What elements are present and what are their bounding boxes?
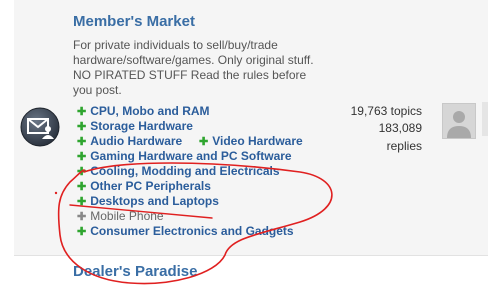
plus-icon: ✚ xyxy=(77,211,87,223)
forum-description: For private individuals to sell/buy/trad… xyxy=(73,38,323,98)
replies-label: replies xyxy=(386,139,422,153)
subforum-label: Mobile Phone xyxy=(90,209,164,223)
last-poster-avatar[interactable] xyxy=(442,103,476,139)
subforum-mobile-phone[interactable]: ✚ Mobile Phone xyxy=(77,209,164,225)
subforum-cpu-mobo-ram[interactable]: ✚ CPU, Mobo and RAM xyxy=(77,104,210,120)
plus-icon: ✚ xyxy=(199,136,209,148)
replies-count: 183,089 xyxy=(378,121,422,135)
subforum-label: Cooling, Modding and Electricals xyxy=(90,164,280,178)
description-line: NO PIRATED STUFF Read the rules before xyxy=(73,68,307,82)
subforum-audio-hardware[interactable]: ✚ Audio Hardware xyxy=(77,134,182,150)
subforum-label: Storage Hardware xyxy=(90,119,193,133)
subforum-gaming-hardware[interactable]: ✚ Gaming Hardware and PC Software xyxy=(77,149,292,165)
subforum-label: Audio Hardware xyxy=(90,134,183,148)
subforum-label: Desktops and Laptops xyxy=(90,194,219,208)
plus-icon: ✚ xyxy=(77,151,87,163)
plus-icon: ✚ xyxy=(77,226,87,238)
subforum-label: Video Hardware xyxy=(212,134,303,148)
plus-icon: ✚ xyxy=(77,136,87,148)
forum-title-members-market[interactable]: Member's Market xyxy=(73,13,195,30)
subforum-cooling-modding[interactable]: ✚ Cooling, Modding and Electricals xyxy=(77,164,280,180)
description-line: For private individuals to sell/buy/trad… xyxy=(73,38,278,52)
subforum-label: Other PC Peripherals xyxy=(90,179,211,193)
plus-icon: ✚ xyxy=(77,196,87,208)
row-divider xyxy=(14,255,488,256)
avatar-edge xyxy=(482,102,488,136)
subforum-label: Consumer Electronics and Gadgets xyxy=(90,224,294,238)
subforum-label: Gaming Hardware and PC Software xyxy=(90,149,292,163)
subforum-other-pc-peripherals[interactable]: ✚ Other PC Peripherals xyxy=(77,179,211,195)
forum-title-dealers-paradise[interactable]: Dealer's Paradise xyxy=(73,263,197,280)
default-avatar-icon xyxy=(443,104,475,138)
plus-icon: ✚ xyxy=(77,106,87,118)
envelope-user-icon xyxy=(20,107,60,147)
plus-icon: ✚ xyxy=(77,121,87,133)
plus-icon: ✚ xyxy=(77,181,87,193)
topics-count: 19,763 topics xyxy=(350,104,422,118)
subforum-storage-hardware[interactable]: ✚ Storage Hardware xyxy=(77,119,193,135)
subforum-desktops-laptops[interactable]: ✚ Desktops and Laptops xyxy=(77,194,219,210)
description-line: you post. xyxy=(73,83,122,97)
plus-icon: ✚ xyxy=(77,166,87,178)
subforum-label: CPU, Mobo and RAM xyxy=(90,104,210,118)
subforum-video-hardware[interactable]: ✚ Video Hardware xyxy=(199,134,303,150)
subforum-consumer-electronics[interactable]: ✚ Consumer Electronics and Gadgets xyxy=(77,224,294,240)
description-line: hardware/software/games. Only original s… xyxy=(73,53,314,67)
